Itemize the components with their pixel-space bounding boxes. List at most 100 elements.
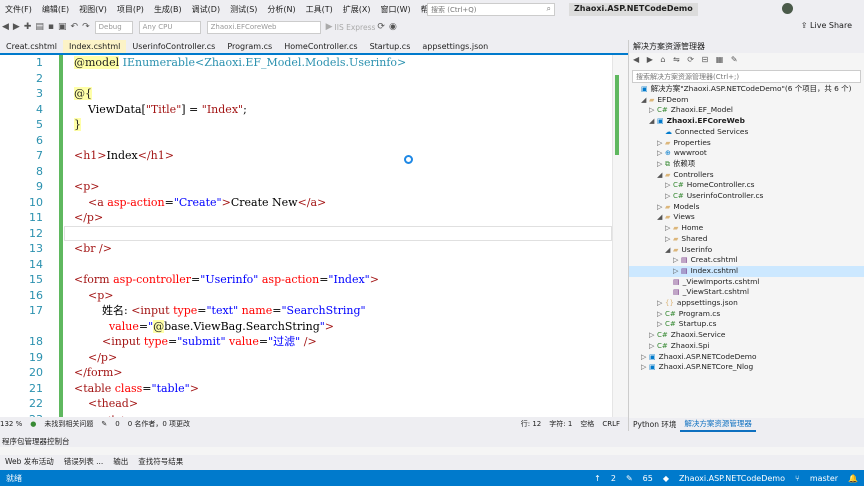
collapsed-arrow-icon[interactable]: ▷	[657, 159, 665, 170]
menu-item[interactable]: 测试(S)	[225, 4, 262, 15]
menu-item[interactable]: 调试(D)	[187, 4, 225, 15]
pending-commits[interactable]: 0	[115, 420, 119, 428]
document-tab[interactable]: Index.cshtml	[63, 40, 127, 53]
tree-item[interactable]: ▷ C# Program.cs	[629, 309, 864, 320]
collapsed-arrow-icon[interactable]: ▷	[657, 202, 665, 213]
pushes-count[interactable]: 2	[611, 474, 616, 483]
forward-icon[interactable]: ▶	[647, 55, 653, 64]
document-tab[interactable]: HomeController.cs	[278, 40, 363, 53]
tree-item[interactable]: ☁ Connected Services	[629, 127, 864, 138]
bottom-tab[interactable]: Web 发布活动	[5, 456, 54, 467]
collapsed-arrow-icon[interactable]: ▷	[649, 105, 657, 116]
tree-item[interactable]: ▷ C# Zhaoxi.Spi	[629, 341, 864, 352]
open-icon[interactable]: ▤	[35, 22, 44, 32]
collapsed-arrow-icon[interactable]: ▷	[657, 138, 665, 149]
menu-item[interactable]: 文件(F)	[0, 4, 37, 15]
tree-item[interactable]: ▷{} appsettings.json	[629, 298, 864, 309]
tree-item[interactable]: ▣ 解决方案"Zhaoxi.ASP.NETCodeDemo"(6 个项目，共 6 …	[629, 84, 864, 95]
document-tab[interactable]: Startup.cs	[364, 40, 417, 53]
changes-count[interactable]: 65	[643, 474, 653, 483]
scrollbar-thumb[interactable]	[615, 75, 619, 155]
refresh-icon[interactable]: ⟳	[377, 22, 385, 32]
tree-item[interactable]: ▷ ⊕ wwwroot	[629, 148, 864, 159]
expanded-arrow-icon[interactable]: ◢	[657, 170, 665, 181]
back-icon[interactable]: ◀	[633, 55, 639, 64]
menu-item[interactable]: 扩展(X)	[338, 4, 376, 15]
tree-item[interactable]: ▷ ▣ Zhaoxi.ASP.NETCore_Nlog	[629, 362, 864, 373]
configuration-dropdown[interactable]: Debug	[94, 20, 133, 34]
collapsed-arrow-icon[interactable]: ▷	[665, 180, 673, 191]
document-tab[interactable]: appsettings.json	[416, 40, 494, 53]
tree-item[interactable]: ◢ ▰ Controllers	[629, 170, 864, 181]
notifications-icon[interactable]: 🔔	[848, 474, 858, 483]
collapsed-arrow-icon[interactable]: ▷	[665, 223, 673, 234]
collapsed-arrow-icon[interactable]: ▷	[657, 309, 665, 320]
menu-item[interactable]: 分析(N)	[262, 4, 300, 15]
new-item-icon[interactable]: ✚	[24, 22, 32, 32]
eol-indicator[interactable]: CRLF	[602, 420, 620, 428]
menu-item[interactable]: 窗口(W)	[376, 4, 416, 15]
zoom-level[interactable]: 132 %	[0, 420, 22, 428]
show-all-files-icon[interactable]: ▦	[716, 55, 724, 64]
tree-item[interactable]: ▷ ⧉ 依赖项	[629, 159, 864, 170]
collapsed-arrow-icon[interactable]: ▷	[665, 191, 673, 202]
startup-project-dropdown[interactable]: Zhaoxi.EFCoreWeb	[206, 20, 321, 34]
tree-item[interactable]: ▷ ▣ Zhaoxi.ASP.NETCodeDemo	[629, 352, 864, 363]
undo-icon[interactable]: ↶	[71, 22, 79, 32]
menu-item[interactable]: 视图(V)	[74, 4, 112, 15]
forward-icon[interactable]: ▶	[13, 22, 20, 32]
home-icon[interactable]: ⌂	[660, 55, 665, 64]
issues-status[interactable]: 未找到相关问题	[44, 419, 93, 429]
tree-item[interactable]: ◢ ▰ Userinfo	[629, 245, 864, 256]
collapsed-arrow-icon[interactable]: ▷	[673, 255, 681, 266]
sync-icon[interactable]: ⟳	[687, 55, 694, 64]
expanded-arrow-icon[interactable]: ◢	[657, 212, 665, 223]
collapsed-arrow-icon[interactable]: ▷	[649, 341, 657, 352]
save-icon[interactable]: ▪	[48, 22, 54, 32]
tree-item[interactable]: ▤ _ViewStart.cshtml	[629, 287, 864, 298]
document-tab[interactable]: Program.cs	[221, 40, 278, 53]
panel-tab[interactable]: Python 环境	[629, 418, 680, 431]
solution-search-input[interactable]: 搜索解决方案资源管理器(Ctrl+;)	[632, 70, 861, 83]
search-input[interactable]: 搜索 (Ctrl+Q) ⌕	[427, 3, 555, 16]
menu-item[interactable]: 项目(P)	[112, 4, 149, 15]
tree-item[interactable]: ▷ ▰ Shared	[629, 234, 864, 245]
authors-status[interactable]: 0 名作者，0 项更改	[128, 419, 190, 429]
collapsed-arrow-icon[interactable]: ▷	[657, 319, 665, 330]
expanded-arrow-icon[interactable]: ◢	[641, 95, 649, 106]
collapsed-arrow-icon[interactable]: ▷	[641, 362, 649, 373]
bottom-tab[interactable]: 错误列表 ...	[64, 456, 104, 467]
panel-tab[interactable]: 解决方案资源管理器	[680, 417, 756, 432]
avatar[interactable]	[782, 3, 793, 14]
document-tab[interactable]: UserinfoController.cs	[126, 40, 221, 53]
tree-item[interactable]: ▷ ▤ Index.cshtml	[629, 265, 864, 277]
collapsed-arrow-icon[interactable]: ▷	[657, 148, 665, 159]
back-icon[interactable]: ◀	[2, 22, 9, 32]
bottom-tab[interactable]: 输出	[113, 456, 128, 467]
collapsed-arrow-icon[interactable]: ▷	[657, 298, 665, 309]
tree-item[interactable]: ▤ _ViewImports.cshtml	[629, 277, 864, 288]
document-tab[interactable]: Creat.cshtml	[0, 40, 63, 53]
tree-item[interactable]: ▷ ▰ Models	[629, 202, 864, 213]
tree-item[interactable]: ▷ C# Zhaoxi.Service	[629, 330, 864, 341]
collapsed-arrow-icon[interactable]: ▷	[665, 234, 673, 245]
repo-name[interactable]: Zhaoxi.ASP.NETCodeDemo	[679, 474, 785, 483]
live-share-button[interactable]: ⇪ Live Share	[801, 21, 852, 30]
collapsed-arrow-icon[interactable]: ▷	[641, 352, 649, 363]
switch-views-icon[interactable]: ⇋	[673, 55, 680, 64]
tree-item[interactable]: ▷ ▰ Home	[629, 223, 864, 234]
run-icon[interactable]: ▶	[326, 22, 333, 32]
expanded-arrow-icon[interactable]: ◢	[665, 245, 673, 256]
properties-icon[interactable]: ✎	[731, 55, 738, 64]
tree-item[interactable]: ◢ ▰ Views	[629, 212, 864, 223]
tree-item[interactable]: ▷ ▰ Properties	[629, 138, 864, 149]
menu-item[interactable]: 工具(T)	[301, 4, 338, 15]
menu-item[interactable]: 生成(B)	[149, 4, 187, 15]
tree-item[interactable]: ▷ C# UserinfoController.cs	[629, 191, 864, 202]
tree-item[interactable]: ▷ C# HomeController.cs	[629, 180, 864, 191]
char-indicator[interactable]: 字符: 1	[549, 419, 572, 429]
tree-item[interactable]: ▷ C# Zhaoxi.EF_Model	[629, 105, 864, 116]
line-indicator[interactable]: 行: 12	[521, 419, 542, 429]
browser-icon[interactable]: ◉	[389, 22, 397, 32]
code-editor[interactable]: 1 @model IEnumerable<Zhaoxi.EF_Model.Mode…	[0, 55, 628, 417]
